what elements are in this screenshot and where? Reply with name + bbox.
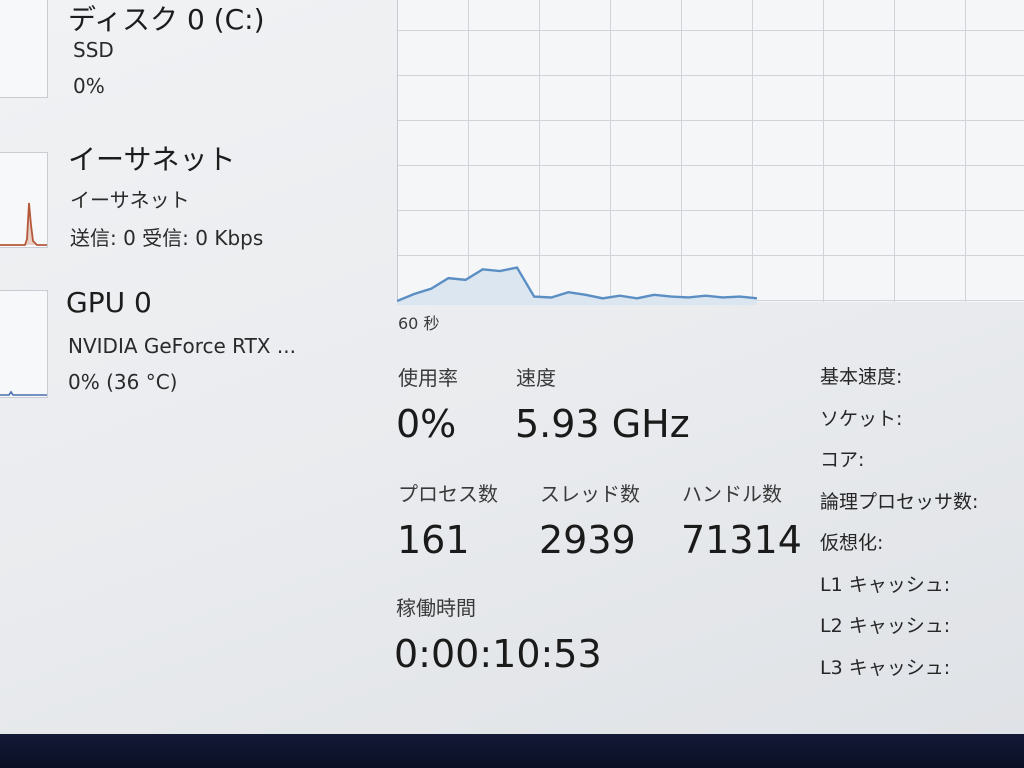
prop-l2-cache-label: L2 キャッシュ: <box>820 615 951 637</box>
prop-l3-cache-label: L3 キャッシュ: <box>820 656 951 679</box>
prop-virtualization-label: 仮想化: <box>820 532 884 554</box>
utilization-value: 0% <box>396 402 457 446</box>
ethernet-spark-icon <box>0 202 47 246</box>
processes-value: 161 <box>397 518 470 562</box>
performance-sidebar: ディスク 0 (C:) SSD 0% イーサネット イーサネット 送信: 0 受… <box>0 0 380 734</box>
uptime-value: 0:00:10:53 <box>394 632 602 676</box>
prop-l1-cache-label: L1 キャッシュ: <box>820 573 951 596</box>
sidebar-item-ethernet[interactable]: イーサネット イーサネット 送信: 0 受信: 0 Kbps <box>0 138 360 250</box>
prop-sockets-label: ソケット: <box>820 407 903 430</box>
gpu-status: 0% (36 °C) <box>68 370 178 394</box>
disk-type: SSD <box>73 38 114 62</box>
prop-l3-cache: L3 キャッシュ: <box>820 653 1024 695</box>
sidebar-item-disk[interactable]: ディスク 0 (C:) SSD 0% <box>0 0 360 102</box>
utilization-label: 使用率 <box>398 366 458 390</box>
ethernet-status: 送信: 0 受信: 0 Kbps <box>70 226 264 250</box>
cpu-properties: 基本速度: ソケット: コア: 論理プロセッサ数: 仮想化: L1 キャッシュ:… <box>820 362 1024 694</box>
ethernet-thumbnail <box>0 152 48 248</box>
prop-l1-cache: L1 キャッシュ: <box>820 570 1024 612</box>
gpu-spark-icon <box>0 390 47 396</box>
sidebar-item-gpu[interactable]: GPU 0 NVIDIA GeForce RTX ... 0% (36 °C) <box>0 278 360 398</box>
graph-time-label: 60 秒 <box>398 314 440 333</box>
task-manager-performance-view: ディスク 0 (C:) SSD 0% イーサネット イーサネット 送信: 0 受… <box>0 0 1024 734</box>
processes-label: プロセス数 <box>398 482 498 506</box>
threads-label: スレッド数 <box>540 482 640 506</box>
prop-base-speed: 基本速度: <box>820 362 1024 404</box>
prop-cores: コア: <box>820 445 1024 487</box>
prop-logical-processors-label: 論理プロセッサ数: <box>820 490 979 513</box>
speed-label: 速度 <box>516 366 556 390</box>
cpu-usage-area <box>397 267 757 305</box>
prop-l2-cache: L2 キャッシュ: <box>820 611 1024 653</box>
uptime-label: 稼働時間 <box>396 596 476 620</box>
ethernet-title: イーサネット <box>68 143 236 176</box>
prop-base-speed-label: 基本速度: <box>820 366 903 388</box>
ethernet-name: イーサネット <box>70 188 190 212</box>
disk-title: ディスク 0 (C:) <box>68 3 265 36</box>
handles-value: 71314 <box>681 518 802 562</box>
prop-virtualization: 仮想化: <box>820 528 1024 570</box>
prop-sockets: ソケット: <box>820 404 1024 446</box>
speed-value: 5.93 GHz <box>515 402 690 446</box>
threads-value: 2939 <box>539 518 636 562</box>
gpu-name: NVIDIA GeForce RTX ... <box>68 334 296 358</box>
disk-usage: 0% <box>73 74 105 98</box>
prop-logical-processors: 論理プロセッサ数: <box>820 487 1024 529</box>
prop-cores-label: コア: <box>820 449 865 471</box>
handles-label: ハンドル数 <box>682 482 782 506</box>
gpu-thumbnail <box>0 290 48 398</box>
cpu-usage-line <box>397 266 757 305</box>
gpu-title: GPU 0 <box>66 286 152 319</box>
screen-bezel <box>0 734 1024 768</box>
disk-thumbnail <box>0 0 48 98</box>
